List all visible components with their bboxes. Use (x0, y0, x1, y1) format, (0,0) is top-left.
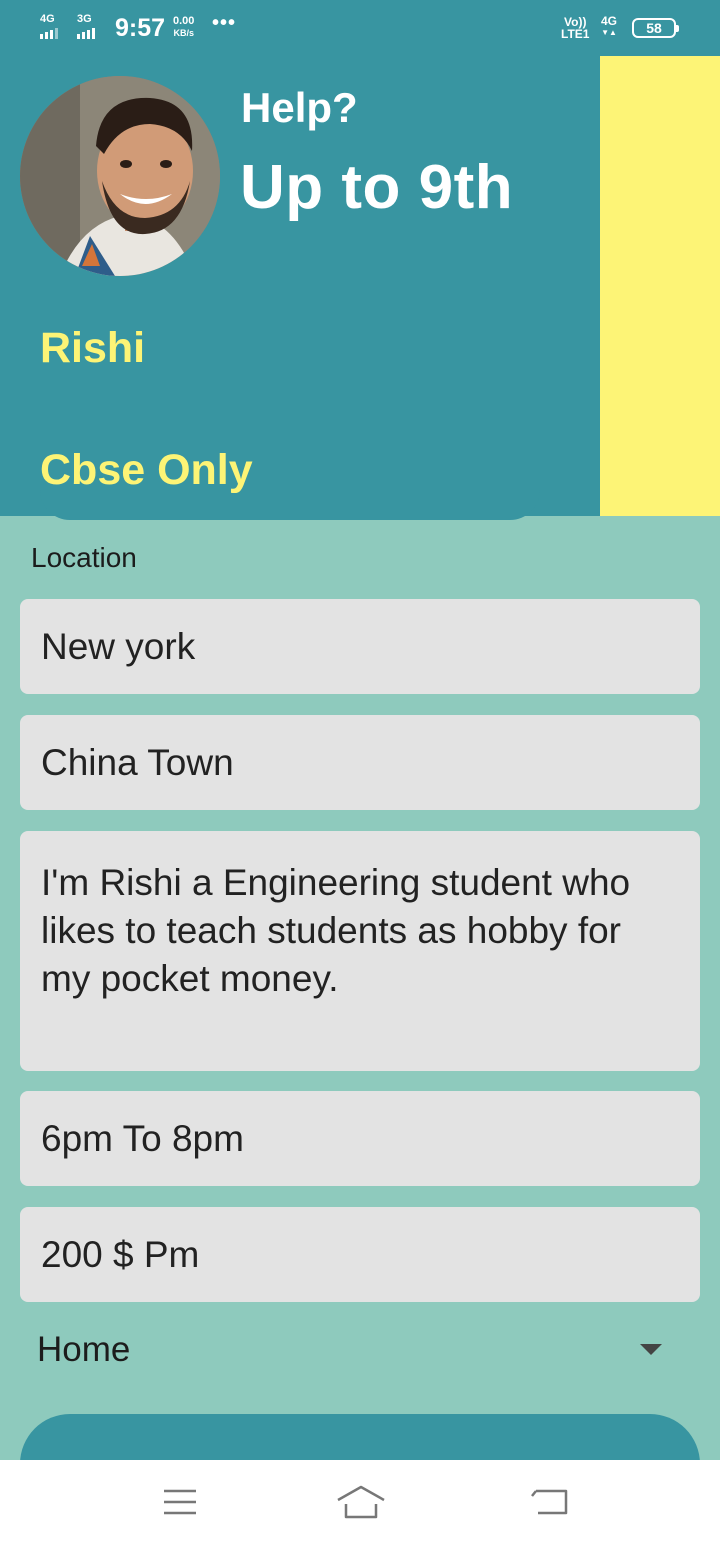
grade-range: Up to 9th (240, 153, 514, 222)
battery-level: 58 (646, 20, 662, 36)
volte-indicator: Vo)) LTE1 (561, 16, 589, 40)
battery-icon: 58 (632, 18, 679, 38)
board-label: Cbse Only (40, 446, 253, 494)
signal-bars-icon (40, 28, 58, 39)
fee-input[interactable] (20, 1207, 700, 1302)
dropdown-arrow-icon (640, 1344, 662, 1355)
accent-panel (600, 56, 720, 516)
volte-bottom-label: LTE1 (561, 27, 590, 41)
network-speed-value: 0.00 (173, 15, 195, 27)
network-type-indicator: 4G ▼▲ (601, 14, 618, 38)
back-icon[interactable] (528, 1482, 572, 1522)
network-speed: 0.00 KB/s (173, 15, 194, 39)
bio-input[interactable]: I'm Rishi a Engineering student who like… (20, 831, 700, 1071)
menu-icon[interactable] (158, 1482, 202, 1522)
navigation-bar (0, 1460, 720, 1544)
signal-4g-label: 4G (40, 13, 55, 25)
timing-input[interactable] (20, 1091, 700, 1186)
signal-3g-label: 3G (77, 13, 92, 25)
tutor-name: Rishi (40, 324, 146, 372)
data-arrows-icon: ▼▲ (601, 28, 617, 37)
signal-bars-icon (77, 28, 95, 39)
avatar[interactable] (20, 76, 220, 276)
location-label: Location (31, 542, 137, 573)
city-input[interactable] (20, 599, 700, 694)
mode-dropdown[interactable]: Home (20, 1316, 700, 1386)
area-input[interactable] (20, 715, 700, 810)
help-text: Help? (241, 84, 358, 131)
more-notifications-icon: ••• (212, 12, 237, 34)
network-type-label: 4G (601, 14, 618, 28)
profile-photo (20, 76, 220, 276)
mode-dropdown-value: Home (37, 1330, 131, 1369)
clock: 9:57 (115, 14, 166, 42)
status-bar: 4G 3G 9:57 0.00 KB/s ••• Vo)) LTE1 4G ▼▲… (0, 0, 720, 56)
network-speed-unit: KB/s (173, 28, 194, 38)
home-icon[interactable] (336, 1482, 386, 1522)
